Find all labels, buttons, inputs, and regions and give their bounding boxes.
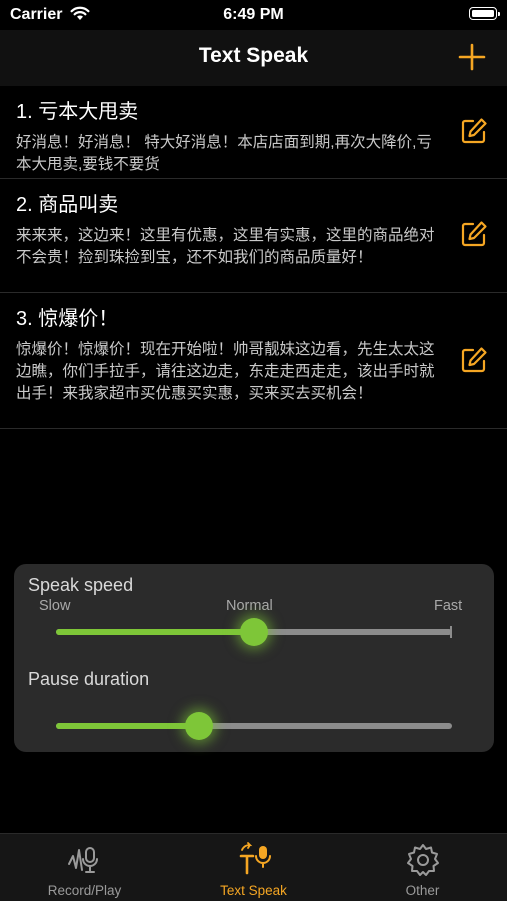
list-item[interactable]: 2. 商品叫卖 来来来，这边来！这里有优惠，这里有实惠，这里的商品绝对不会贵！捡… — [0, 179, 507, 293]
tick-fast: Fast — [434, 598, 463, 614]
speed-slider-fill — [56, 629, 254, 635]
item-text: 来来来，这边来！这里有优惠，这里有实惠，这里的商品绝对不会贵！捡到珠捡到宝，还不… — [16, 227, 435, 266]
pause-slider[interactable] — [56, 712, 452, 740]
speed-slider-thumb[interactable] — [240, 618, 268, 646]
item-title: 3. 惊爆价！ — [16, 308, 119, 330]
list-item[interactable]: 1. 亏本大甩卖 好消息！好消息！ 特大好消息！本店店面到期,再次大降价,亏本大… — [0, 86, 507, 179]
add-icon[interactable] — [457, 42, 487, 72]
page-title: Text Speak — [198, 44, 309, 67]
tab-text-speak[interactable]: Text Speak — [169, 834, 338, 901]
edit-icon[interactable] — [459, 345, 489, 375]
item-title: 2. 商品叫卖 — [16, 194, 119, 216]
tick-slow: Slow — [39, 598, 71, 614]
tab-record-play[interactable]: Record/Play — [0, 834, 169, 901]
waveform-mic-icon — [67, 847, 98, 873]
text-to-speech-icon — [239, 842, 271, 875]
status-time: 6:49 PM — [223, 6, 284, 23]
pause-slider-thumb[interactable] — [184, 712, 213, 740]
tab-bar: Record/Play Text Speak Other — [0, 833, 507, 901]
edit-icon[interactable] — [459, 219, 489, 249]
status-bar: Carrier 6:49 PM — [0, 0, 507, 30]
tab-label: Text Speak — [220, 883, 287, 898]
tick-normal: Normal — [226, 598, 273, 614]
item-title: 1. 亏本大甩卖 — [16, 101, 139, 123]
list-item[interactable]: 3. 惊爆价！ 惊爆价！惊爆价！现在开始啦！帅哥靓妹这边看，先生太太这边瞧，你们… — [0, 293, 507, 429]
tab-label: Other — [405, 883, 440, 898]
speed-slider[interactable] — [56, 618, 452, 646]
speed-slider-endcap — [450, 626, 452, 638]
tab-other[interactable]: Other — [338, 834, 507, 901]
text-list: 1. 亏本大甩卖 好消息！好消息！ 特大好消息！本店店面到期,再次大降价,亏本大… — [0, 86, 507, 429]
gear-icon — [406, 844, 439, 876]
navigation-bar: Text Speak — [0, 30, 507, 86]
pause-label: Pause duration — [28, 669, 150, 689]
item-text: 好消息！好消息！ 特大好消息！本店店面到期,再次大降价,亏本大甩卖,要钱不要货 — [16, 134, 432, 173]
pause-slider-fill — [56, 723, 199, 729]
speed-label: Speak speed — [28, 575, 134, 595]
speech-settings-panel: Speak speed Slow Normal Fast Pause durat… — [14, 564, 494, 752]
battery-icon — [469, 7, 500, 20]
edit-icon[interactable] — [459, 116, 489, 146]
tab-label: Record/Play — [47, 883, 122, 898]
item-text: 惊爆价！惊爆价！现在开始啦！帅哥靓妹这边看，先生太太这边瞧，你们手拉手，请往这边… — [16, 341, 435, 402]
